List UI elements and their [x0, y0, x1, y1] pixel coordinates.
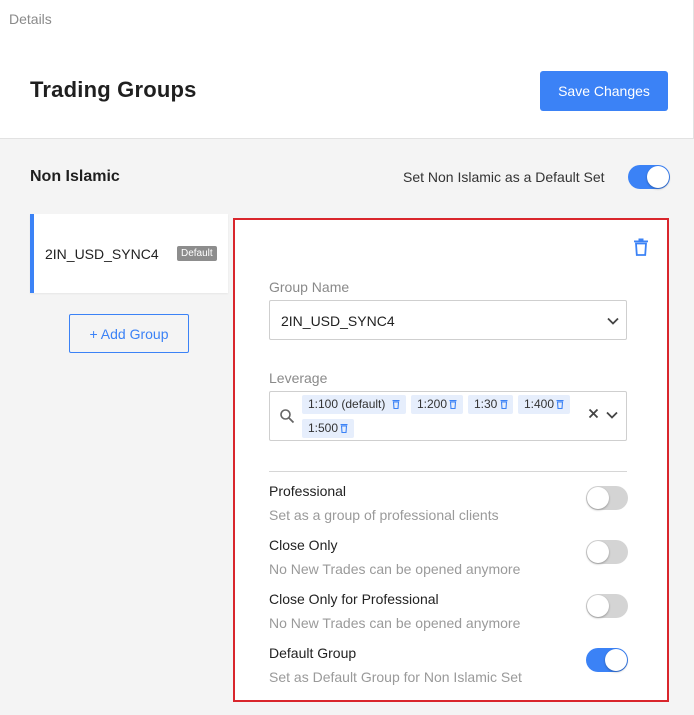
leverage-chip: 1:30: [468, 395, 513, 414]
leverage-chip: 1:500: [302, 419, 354, 438]
option-desc-default-group: Set as Default Group for Non Islamic Set: [269, 669, 522, 685]
leverage-chip-label: 1:30: [474, 397, 498, 411]
chevron-down-icon: [607, 317, 619, 325]
option-desc-close-only: No New Trades can be opened anymore: [269, 561, 521, 577]
toggle-knob: [587, 541, 609, 563]
group-name-value: 2IN_USD_SYNC4: [281, 313, 395, 329]
option-title-professional: Professional: [269, 483, 347, 499]
search-icon: [280, 409, 295, 424]
option-title-default-group: Default Group: [269, 645, 357, 661]
group-details-panel: Group Name 2IN_USD_SYNC4 Leverage 1:100 …: [233, 218, 669, 702]
trash-icon[interactable]: [449, 399, 457, 409]
option-desc-close-only-professional: No New Trades can be opened anymore: [269, 615, 521, 631]
default-badge: Default: [177, 246, 217, 261]
leverage-chip: 1:100 (default): [302, 395, 406, 414]
close-only-professional-toggle[interactable]: [586, 594, 628, 618]
option-title-close-only-professional: Close Only for Professional: [269, 591, 439, 607]
leverage-chip-label: 1:400: [524, 397, 555, 411]
default-set-label: Set Non Islamic as a Default Set: [403, 169, 605, 185]
leverage-label: Leverage: [269, 370, 328, 386]
leverage-chip-label: 1:500: [308, 421, 339, 435]
leverage-chip-label: 1:100 (default): [308, 397, 386, 411]
clear-icon[interactable]: [588, 408, 599, 419]
set-title: Non Islamic: [30, 168, 120, 185]
toggle-knob: [587, 595, 609, 617]
trash-icon[interactable]: [392, 399, 400, 409]
toggle-knob: [647, 166, 669, 188]
leverage-chip-label: 1:200: [417, 397, 448, 411]
default-set-toggle[interactable]: [628, 165, 670, 189]
trash-icon[interactable]: [500, 399, 508, 409]
toggle-knob: [605, 649, 627, 671]
section-divider: [269, 471, 627, 472]
page-title: Trading Groups: [30, 77, 197, 102]
add-group-button[interactable]: + Add Group: [69, 314, 189, 353]
leverage-multiselect[interactable]: 1:100 (default) 1:200 1:30 1:400 1:500: [269, 391, 627, 441]
option-title-close-only: Close Only: [269, 537, 338, 553]
chevron-down-icon[interactable]: [606, 411, 618, 419]
group-name-label: Group Name: [269, 279, 350, 295]
default-group-toggle[interactable]: [586, 648, 628, 672]
header-bar: Details Trading Groups Save Changes: [0, 0, 694, 139]
leverage-chip: 1:400: [518, 395, 570, 414]
group-name-select[interactable]: 2IN_USD_SYNC4: [269, 300, 627, 340]
group-card-name: 2IN_USD_SYNC4: [45, 246, 159, 262]
trash-icon[interactable]: [340, 423, 348, 433]
group-card-2in-usd-sync4[interactable]: 2IN_USD_SYNC4 Default: [30, 214, 228, 293]
trash-icon[interactable]: [556, 399, 564, 409]
professional-toggle[interactable]: [586, 486, 628, 510]
option-desc-professional: Set as a group of professional clients: [269, 507, 499, 523]
close-only-toggle[interactable]: [586, 540, 628, 564]
trash-icon[interactable]: [633, 238, 649, 256]
toggle-knob: [587, 487, 609, 509]
leverage-chip: 1:200: [411, 395, 463, 414]
save-changes-button[interactable]: Save Changes: [540, 71, 668, 111]
breadcrumb[interactable]: Details: [9, 11, 52, 27]
